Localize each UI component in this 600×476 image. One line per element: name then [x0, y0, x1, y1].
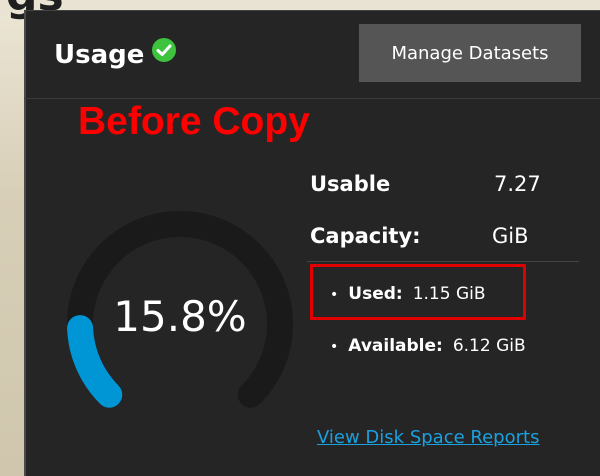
available-value: 6.12 GiB — [452, 336, 526, 356]
details-divider — [307, 261, 579, 262]
available-label: Available: — [348, 336, 443, 356]
usable-capacity-value-2: GiB — [492, 224, 529, 248]
usable-capacity-label-1: Usable — [310, 172, 391, 196]
usable-capacity-value-1: 7.27 — [494, 172, 541, 196]
usable-capacity-label-2: Capacity: — [310, 224, 421, 248]
check-circle-icon — [152, 38, 176, 62]
header-divider — [24, 98, 600, 99]
card-title: Usage — [54, 40, 145, 70]
manage-datasets-button[interactable]: Manage Datasets — [359, 24, 581, 82]
view-disk-space-reports-link[interactable]: View Disk Space Reports — [317, 427, 539, 448]
annotation-before-copy: Before Copy — [78, 100, 310, 143]
available-item: • Available: 6.12 GiB — [330, 336, 526, 356]
usage-percent: 15.8% — [113, 292, 247, 341]
used-highlight-box — [310, 264, 526, 320]
bullet-dot: • — [330, 339, 339, 355]
